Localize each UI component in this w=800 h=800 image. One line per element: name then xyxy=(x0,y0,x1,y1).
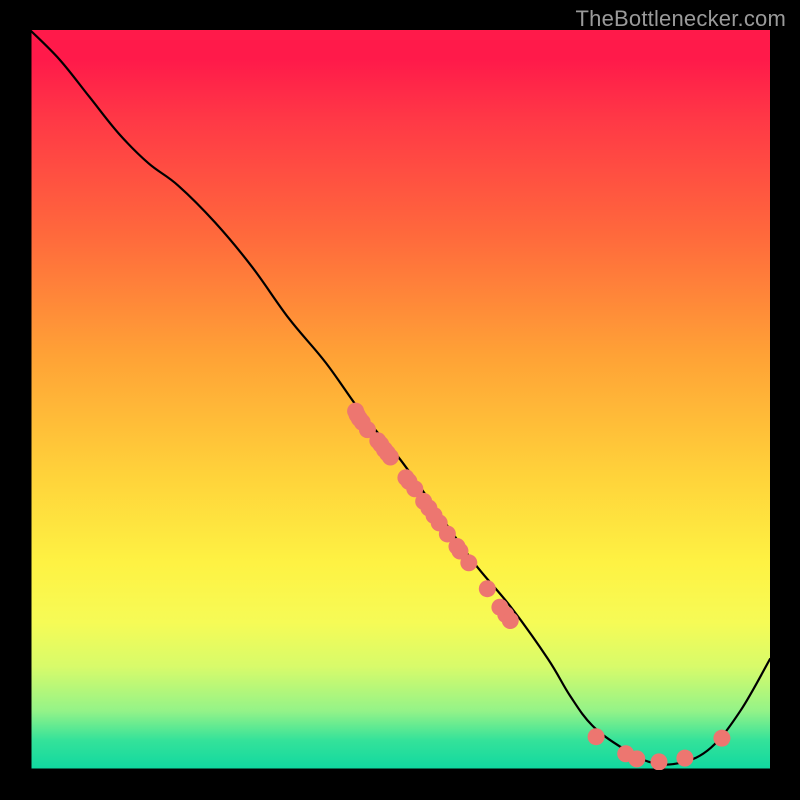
watermark-text: TheBottlenecker.com xyxy=(576,6,786,32)
data-point xyxy=(460,554,477,571)
plot-area xyxy=(30,30,770,770)
data-point xyxy=(676,750,693,767)
data-point xyxy=(588,728,605,745)
chart-overlay xyxy=(30,30,770,770)
data-point xyxy=(628,750,645,767)
data-point xyxy=(651,753,668,770)
data-point xyxy=(713,730,730,747)
bottleneck-curve xyxy=(30,30,770,765)
data-point xyxy=(382,448,399,465)
chart-stage: TheBottlenecker.com xyxy=(0,0,800,800)
data-points xyxy=(347,403,730,770)
data-point xyxy=(502,612,519,629)
data-point xyxy=(479,580,496,597)
